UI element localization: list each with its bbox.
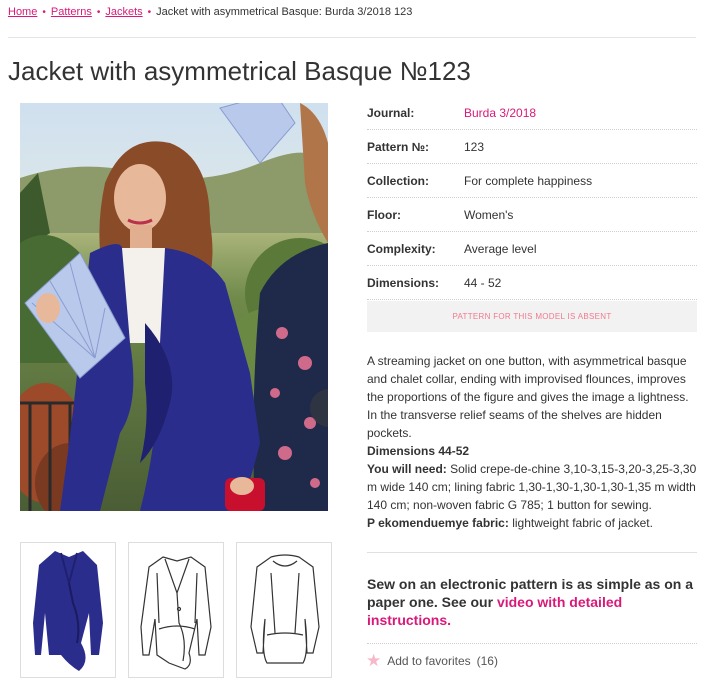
favorites-label: Add to favorites [387,654,471,668]
detail-value: Women's [464,207,514,222]
fabric-label: P ekomenduemye fabric: [367,516,509,530]
pattern-absent-notice: PATTERN FOR THIS MODEL IS ABSENT [367,301,697,332]
breadcrumb-home-link[interactable]: Home [8,6,37,18]
detail-dimensions: Dimensions: 44 - 52 [367,266,697,300]
add-to-favorites-button[interactable]: ★ Add to favorites (16) [366,651,498,670]
detail-label: Dimensions: [367,275,440,290]
star-icon: ★ [366,651,382,670]
jacket-back-sketch-thumbnail [250,554,320,664]
product-description: A streaming jacket on one button, with a… [367,352,697,532]
breadcrumb-patterns-link[interactable]: Patterns [51,6,92,18]
detail-value: Average level [464,241,537,256]
detail-floor: Floor: Women's [367,198,697,232]
model-photo-illustration [20,103,328,511]
breadcrumb-separator: • [96,7,101,18]
detail-value: For complete happiness [464,173,593,188]
fabric-text: lightweight fabric of jacket. [512,516,653,530]
detail-pattern-number: Pattern №: 123 [367,130,697,164]
jacket-front-sketch-thumbnail [140,556,212,670]
main-product-image[interactable]: › [20,103,328,511]
detail-collection: Collection: For complete happiness [367,164,697,198]
favorites-divider [367,643,697,644]
electronic-pattern-promo: Sew on an electronic pattern is as simpl… [367,575,697,629]
you-will-need-label: You will need: [367,462,447,476]
breadcrumb-current: Jacket with asymmetrical Basque: Burda 3… [156,6,413,18]
favorites-count: (16) [476,654,498,668]
thumbnail-jacket-photo[interactable] [20,542,116,678]
breadcrumb-jackets-link[interactable]: Jackets [105,6,142,18]
detail-journal: Journal: Burda 3/2018 [367,96,697,130]
journal-link[interactable]: Burda 3/2018 [464,106,536,120]
thumbnail-back-sketch[interactable] [236,542,332,678]
description-text: A streaming jacket on one button, with a… [367,354,689,440]
breadcrumb-separator: • [147,7,152,18]
detail-label: Pattern №: [367,139,430,154]
page-title: Jacket with asymmetrical Basque №123 [8,56,471,86]
breadcrumb: Home • Patterns • Jackets • Jacket with asymme… [8,6,412,18]
thumbnail-front-sketch[interactable] [128,542,224,678]
detail-label: Journal: [367,105,415,120]
detail-value: 44 - 52 [464,275,502,290]
top-divider [8,37,696,38]
jacket-photo-thumbnail [33,551,103,671]
detail-label: Floor: [367,207,401,222]
detail-label: Collection: [367,173,429,188]
detail-label: Complexity: [367,241,436,256]
detail-complexity: Complexity: Average level [367,232,697,266]
breadcrumb-separator: • [42,7,46,18]
detail-value: 123 [464,139,485,154]
section-divider [367,552,697,553]
pattern-details: Journal: Burda 3/2018 Pattern №: 123 Col… [367,96,697,300]
dimensions-heading: Dimensions 44-52 [367,444,470,458]
